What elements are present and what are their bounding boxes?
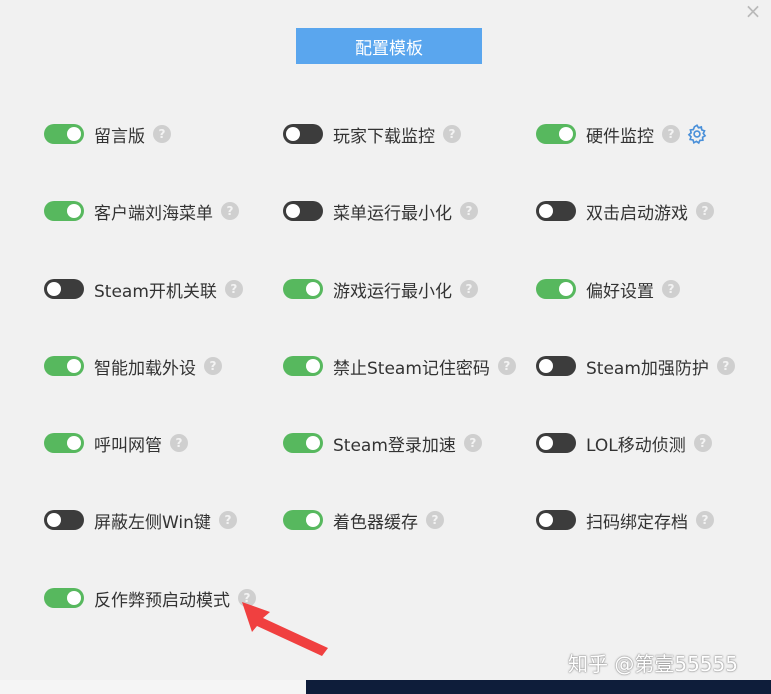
toggle-switch[interactable] (536, 279, 576, 299)
toggle-switch[interactable] (536, 356, 576, 376)
option-item: 智能加载外设 ? (44, 353, 222, 379)
toggle-switch[interactable] (44, 279, 84, 299)
option-label: 呼叫网管 (94, 435, 162, 456)
option-label: 双击启动游戏 (586, 203, 688, 224)
option-item: 双击启动游戏 ? (536, 198, 714, 224)
close-icon[interactable]: × (744, 1, 762, 21)
toggle-switch[interactable] (44, 510, 84, 530)
help-icon[interactable]: ? (170, 434, 188, 452)
toggle-switch[interactable] (44, 124, 84, 144)
option-item: 玩家下载监控 ? (283, 121, 461, 147)
option-label: Steam登录加速 (333, 435, 456, 456)
option-item: 留言版 ? (44, 121, 171, 147)
help-icon[interactable]: ? (662, 125, 680, 143)
option-label: 反作弊预启动模式 (94, 590, 230, 611)
option-item: 硬件监控 ? (536, 121, 708, 147)
toggle-switch[interactable] (44, 588, 84, 608)
option-label: 屏蔽左侧Win键 (94, 512, 211, 533)
toggle-switch[interactable] (44, 433, 84, 453)
option-label: 着色器缓存 (333, 512, 418, 533)
help-icon[interactable]: ? (460, 202, 478, 220)
toggle-switch[interactable] (536, 510, 576, 530)
annotation-arrow-icon (242, 602, 328, 656)
option-item: Steam登录加速 ? (283, 430, 482, 456)
help-icon[interactable]: ? (693, 434, 712, 452)
help-icon[interactable]: ? (426, 511, 444, 529)
option-label: 偏好设置 (586, 281, 654, 302)
option-label: Steam加强防护 (586, 358, 709, 379)
option-item: Steam开机关联 ? (44, 276, 243, 302)
option-item: Steam加强防护 ? (536, 353, 735, 379)
option-item: 客户端刘海菜单 ? (44, 198, 239, 224)
help-icon[interactable]: ? (218, 511, 237, 529)
option-item: LOL移动侦测 ? (536, 430, 712, 456)
help-icon[interactable]: ? (696, 202, 714, 220)
help-icon[interactable]: ? (497, 357, 516, 375)
option-item: 呼叫网管 ? (44, 430, 188, 456)
help-icon[interactable]: ? (662, 280, 680, 298)
option-label: 留言版 (94, 126, 145, 147)
option-label: 菜单运行最小化 (333, 203, 452, 224)
option-label: 智能加载外设 (94, 358, 196, 379)
help-icon[interactable]: ? (443, 125, 461, 143)
toggle-switch[interactable] (536, 433, 576, 453)
help-icon[interactable]: ? (224, 280, 243, 298)
option-label: 扫码绑定存档 (586, 512, 688, 533)
option-item: 菜单运行最小化 ? (283, 198, 478, 224)
toggle-switch[interactable] (283, 201, 323, 221)
option-item: 着色器缓存 ? (283, 507, 444, 533)
help-icon[interactable]: ? (221, 202, 239, 220)
help-icon[interactable]: ? (153, 125, 171, 143)
option-label: 玩家下载监控 (333, 126, 435, 147)
toggle-switch[interactable] (283, 510, 323, 530)
gear-icon[interactable] (686, 123, 708, 145)
toggle-switch[interactable] (283, 433, 323, 453)
option-label: 禁止Steam记住密码 (333, 358, 490, 379)
bottom-strip (0, 680, 771, 694)
option-item: 屏蔽左侧Win键 ? (44, 507, 237, 533)
option-item: 反作弊预启动模式 ? (44, 585, 256, 611)
toggle-switch[interactable] (536, 124, 576, 144)
help-icon[interactable]: ? (460, 280, 478, 298)
toggle-switch[interactable] (283, 356, 323, 376)
taskbar-segment (306, 680, 771, 694)
help-icon[interactable]: ? (463, 434, 482, 452)
toggle-switch[interactable] (44, 201, 84, 221)
toggle-switch[interactable] (536, 201, 576, 221)
option-label: 客户端刘海菜单 (94, 203, 213, 224)
option-item: 扫码绑定存档 ? (536, 507, 714, 533)
toggle-switch[interactable] (44, 356, 84, 376)
option-item: 游戏运行最小化 ? (283, 276, 478, 302)
config-template-button[interactable]: 配置模板 (296, 28, 482, 64)
config-dialog: × 配置模板 留言版 ? 玩家下载监控 ? 硬件监控 ? 客户端刘海菜单 ? 菜… (0, 0, 771, 680)
option-label: 硬件监控 (586, 126, 654, 147)
option-label: LOL移动侦测 (586, 435, 686, 456)
help-icon[interactable]: ? (716, 357, 735, 375)
toggle-switch[interactable] (283, 124, 323, 144)
help-icon[interactable]: ? (696, 511, 714, 529)
option-label: Steam开机关联 (94, 281, 217, 302)
toggle-switch[interactable] (283, 279, 323, 299)
help-icon[interactable]: ? (204, 357, 222, 375)
option-item: 偏好设置 ? (536, 276, 680, 302)
option-item: 禁止Steam记住密码 ? (283, 353, 516, 379)
option-label: 游戏运行最小化 (333, 281, 452, 302)
watermark: 知乎 @第壹55555 (568, 652, 738, 676)
